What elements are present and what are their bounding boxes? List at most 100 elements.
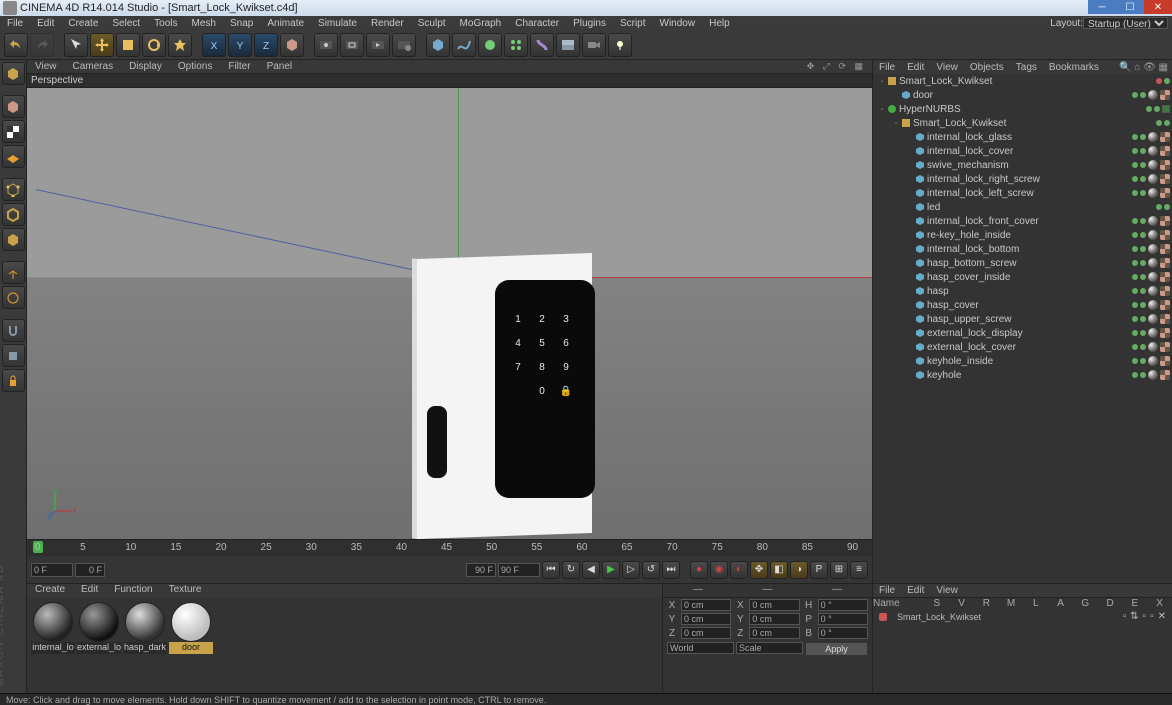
object-name[interactable]: hasp_bottom_screw (927, 258, 1017, 269)
key-param-button[interactable]: P (810, 561, 828, 579)
visibility-dot[interactable] (1146, 106, 1152, 112)
visibility-dot[interactable] (1140, 134, 1146, 140)
menu-mesh[interactable]: Mesh (185, 18, 223, 29)
menu-tools[interactable]: Tools (147, 18, 184, 29)
material-tag-icon[interactable] (1148, 286, 1158, 296)
tweak-button[interactable] (2, 286, 25, 309)
record-button[interactable]: ● (690, 561, 708, 579)
object-name[interactable]: hasp_upper_screw (927, 314, 1012, 325)
object-name[interactable]: Smart_Lock_Kwikset (913, 118, 1006, 129)
edges-mode-button[interactable] (2, 203, 25, 226)
uvw-tag-icon[interactable] (1160, 286, 1170, 296)
menu-script[interactable]: Script (613, 18, 653, 29)
autokey-button[interactable]: ◉ (710, 561, 728, 579)
next-frame-button[interactable]: ▷ (622, 561, 640, 579)
visibility-dot[interactable] (1132, 344, 1138, 350)
visibility-dot[interactable] (1140, 246, 1146, 252)
object-name[interactable]: keyhole (927, 370, 961, 381)
coord-v3[interactable]: 0 ° (818, 599, 868, 611)
objmenu-objects[interactable]: Objects (964, 62, 1010, 73)
visibility-dot[interactable] (1140, 162, 1146, 168)
visibility-dot[interactable] (1132, 372, 1138, 378)
uvw-tag-icon[interactable] (1160, 188, 1170, 198)
timeline-end[interactable]: 90 F (498, 563, 540, 577)
play-button[interactable]: ▶ (602, 561, 620, 579)
tree-node[interactable]: -Smart_Lock_Kwikset (873, 116, 1172, 130)
snap-settings-button[interactable] (2, 344, 25, 367)
key-options-button[interactable]: ≡ (850, 561, 868, 579)
material-tag-icon[interactable] (1148, 230, 1158, 240)
add-nurbs-button[interactable] (478, 33, 502, 57)
visibility-dot[interactable] (1140, 330, 1146, 336)
snap-enable-button[interactable] (2, 319, 25, 342)
add-deformer-button[interactable] (530, 33, 554, 57)
render-region-button[interactable] (340, 33, 364, 57)
uvw-tag-icon[interactable] (1160, 132, 1170, 142)
tree-node[interactable]: -Smart_Lock_Kwikset (873, 74, 1172, 88)
uvw-tag-icon[interactable] (1160, 160, 1170, 170)
tree-node[interactable]: -HyperNURBS (873, 102, 1172, 116)
structmenu-file[interactable]: File (873, 585, 901, 596)
vpmenu-view[interactable]: View (27, 61, 65, 72)
visibility-dot[interactable] (1132, 190, 1138, 196)
tree-node[interactable]: hasp (873, 284, 1172, 298)
uvw-tag-icon[interactable] (1160, 272, 1170, 282)
vpmenu-cameras[interactable]: Cameras (65, 61, 122, 72)
menu-help[interactable]: Help (702, 18, 737, 29)
object-name[interactable]: internal_lock_cover (927, 146, 1013, 157)
visibility-dot[interactable] (1140, 232, 1146, 238)
visibility-dot[interactable] (1140, 302, 1146, 308)
visibility-dot[interactable] (1140, 358, 1146, 364)
rotate-button[interactable] (142, 33, 166, 57)
structmenu-view[interactable]: View (930, 585, 964, 596)
material-tag-icon[interactable] (1148, 342, 1158, 352)
menu-simulate[interactable]: Simulate (311, 18, 364, 29)
object-name[interactable]: hasp (927, 286, 949, 297)
material-tag-icon[interactable] (1148, 328, 1158, 338)
visibility-dot[interactable] (1140, 190, 1146, 196)
key-pla-button[interactable]: ⊞ (830, 561, 848, 579)
menu-window[interactable]: Window (653, 18, 703, 29)
visibility-dot[interactable] (1132, 176, 1138, 182)
object-tree[interactable]: -Smart_Lock_Kwiksetdoor-HyperNURBS-Smart… (873, 74, 1172, 583)
axis-button[interactable] (2, 261, 25, 284)
material-tag-icon[interactable] (1148, 90, 1158, 100)
layout-select[interactable]: Startup (User) (1083, 17, 1168, 29)
y-axis-button[interactable]: Y (228, 33, 252, 57)
vpmenu-options[interactable]: Options (170, 61, 220, 72)
menu-file[interactable]: File (0, 18, 30, 29)
object-name[interactable]: internal_lock_glass (927, 132, 1012, 143)
maximize-button[interactable]: ☐ (1116, 0, 1144, 14)
tree-node[interactable]: swive_mechanism (873, 158, 1172, 172)
object-name[interactable]: HyperNURBS (899, 104, 961, 115)
material-tag-icon[interactable] (1148, 160, 1158, 170)
visibility-dot[interactable] (1132, 302, 1138, 308)
redo-button[interactable] (30, 33, 54, 57)
object-name[interactable]: hasp_cover_inside (927, 272, 1010, 283)
tree-node[interactable]: external_lock_display (873, 326, 1172, 340)
coord-v3[interactable]: 0 ° (818, 613, 868, 625)
object-name[interactable]: led (927, 202, 940, 213)
object-name[interactable]: keyhole_inside (927, 356, 993, 367)
material-tag-icon[interactable] (1148, 188, 1158, 198)
key-move-button[interactable]: ✥ (750, 561, 768, 579)
scale-button[interactable] (116, 33, 140, 57)
menu-edit[interactable]: Edit (30, 18, 61, 29)
tree-node[interactable]: hasp_upper_screw (873, 312, 1172, 326)
vpmenu-panel[interactable]: Panel (259, 61, 301, 72)
tree-node[interactable]: external_lock_cover (873, 340, 1172, 354)
uvw-tag-icon[interactable] (1160, 300, 1170, 310)
tree-node[interactable]: door (873, 88, 1172, 102)
add-spline-button[interactable] (452, 33, 476, 57)
add-camera-button[interactable] (582, 33, 606, 57)
material-tag-icon[interactable] (1148, 244, 1158, 254)
uvw-tag-icon[interactable] (1160, 244, 1170, 254)
menu-sculpt[interactable]: Sculpt (411, 18, 453, 29)
points-mode-button[interactable] (2, 178, 25, 201)
add-environment-button[interactable] (556, 33, 580, 57)
visibility-dot[interactable] (1140, 148, 1146, 154)
texture-mode-button[interactable] (2, 120, 25, 143)
locked-workplane-button[interactable] (2, 369, 25, 392)
visibility-dot[interactable] (1140, 92, 1146, 98)
material-tag-icon[interactable] (1148, 174, 1158, 184)
